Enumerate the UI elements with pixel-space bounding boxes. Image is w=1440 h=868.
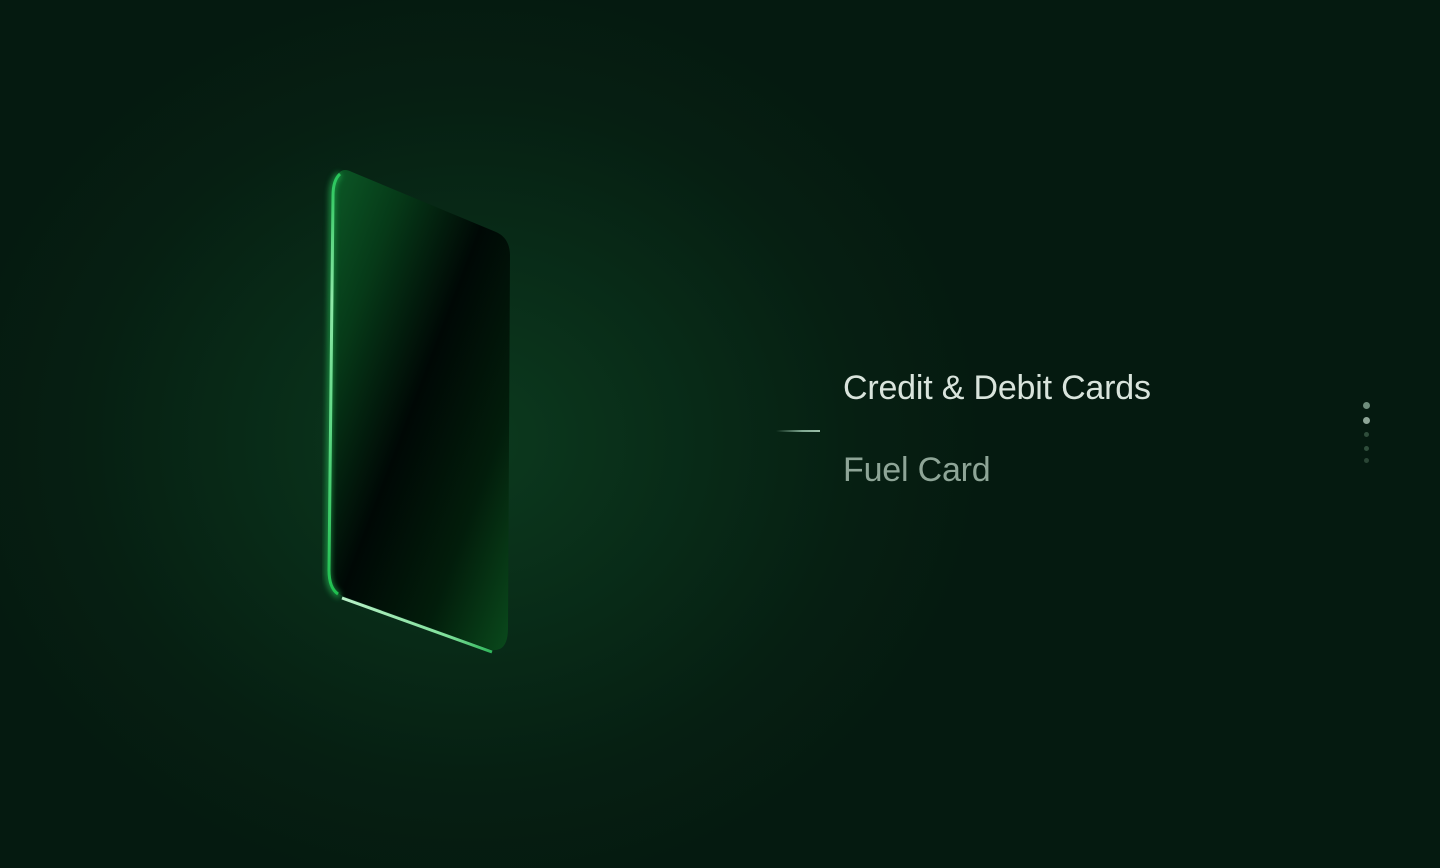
menu-item-fuel-card[interactable]: Fuel Card — [843, 444, 1303, 496]
pagination-dots — [1362, 402, 1372, 464]
active-indicator-line — [776, 430, 820, 432]
pagination-dot[interactable] — [1364, 446, 1369, 451]
pagination-dot[interactable] — [1364, 458, 1369, 463]
card-illustration — [324, 170, 510, 654]
hero-section: Credit & Debit Cards Fuel Card — [0, 0, 1440, 868]
card-visual — [318, 166, 518, 658]
pagination-dot[interactable] — [1364, 432, 1369, 437]
card-type-menu: Credit & Debit Cards Fuel Card — [843, 362, 1303, 496]
menu-item-credit-debit-cards[interactable]: Credit & Debit Cards — [843, 362, 1303, 414]
pagination-dot[interactable] — [1363, 402, 1370, 409]
pagination-dot-active[interactable] — [1363, 417, 1370, 424]
